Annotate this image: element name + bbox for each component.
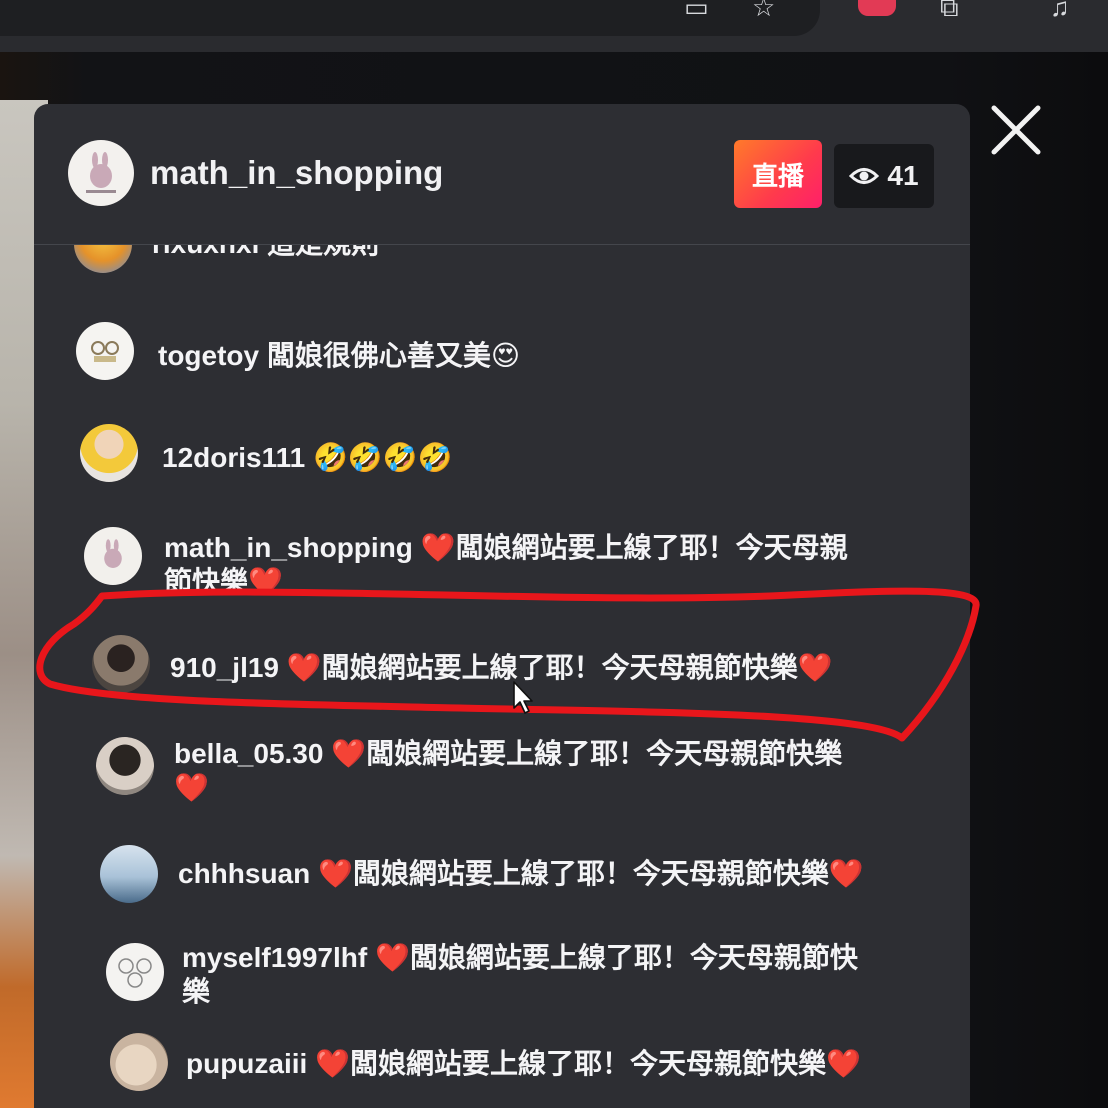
message-username[interactable]: togetoy (158, 340, 259, 371)
media-icon[interactable]: ♫ (1050, 0, 1070, 23)
message-username[interactable]: 910_jl19 (170, 652, 279, 683)
close-icon[interactable] (988, 102, 1044, 158)
message-username[interactable]: pupuzaiii (186, 1048, 307, 1079)
message-text: 910_jl19 ❤️闆娘網站要上線了耶！今天母親節快樂❤️ (170, 651, 833, 685)
channel-name[interactable]: math_in_shopping (150, 154, 443, 192)
extension-icon[interactable] (858, 0, 896, 16)
message-body-cont: 樂 (182, 976, 211, 1007)
sketch-logo-icon (118, 958, 152, 988)
monitor-icon[interactable]: ▭ (684, 0, 709, 23)
message-text: 12doris111 🤣🤣🤣🤣 (162, 441, 452, 475)
message-body: 闆娘網站要上線了耶！今天母親節快樂 (321, 652, 798, 683)
message-text: chhhsuan ❤️闆娘網站要上線了耶！今天母親節快樂❤️ (178, 857, 864, 891)
user-avatar[interactable] (96, 737, 154, 795)
message-text: rixuxhxi 這是規則 (152, 245, 379, 261)
user-avatar[interactable] (80, 424, 138, 482)
message-text: myself1997lhf ❤️闆娘網站要上線了耶！今天母親節快 樂 (182, 941, 922, 1009)
message-text: togetoy 闆娘很佛心善又美😍 (158, 339, 520, 373)
message-text: bella_05.30 ❤️闆娘網站要上線了耶！今天母親節快樂 ❤️ (174, 737, 914, 805)
message-body: 闆娘網站要上線了耶！今天母親 (455, 532, 848, 563)
bunny-logo-icon (86, 152, 116, 193)
heart-icon: ❤️ (797, 652, 833, 683)
message-body-cont: 節快樂 (164, 566, 249, 597)
heart-icon: ❤️ (248, 566, 283, 597)
toy-logo-icon (91, 341, 119, 362)
mouse-cursor-icon (513, 681, 533, 714)
star-icon[interactable]: ☆ (752, 0, 775, 23)
message-text: pupuzaiii ❤️闆娘網站要上線了耶！今天母親節快樂❤️ (186, 1047, 861, 1081)
user-avatar[interactable] (84, 527, 142, 585)
heart-icon: ❤️ (174, 772, 209, 803)
message-username[interactable]: bella_05.30 (174, 738, 323, 769)
viewer-count-badge[interactable]: 41 (834, 144, 934, 208)
bunny-logo-icon (104, 539, 122, 568)
user-avatar[interactable] (106, 943, 164, 1001)
user-avatar[interactable] (92, 635, 150, 693)
eye-icon (849, 168, 880, 184)
chat-list[interactable]: rixuxhxi 這是規則 togetoy 闆娘很佛心善又美😍 (34, 245, 970, 1108)
message-body: 闆娘很佛心善又美😍 (266, 340, 521, 371)
user-avatar[interactable] (76, 322, 134, 380)
message-username[interactable]: chhhsuan (178, 858, 310, 889)
heart-icon: ❤️ (828, 858, 864, 889)
viewer-count: 41 (887, 160, 919, 191)
heart-icon: ❤️ (826, 1048, 861, 1079)
live-chat-panel: math_in_shopping 直播 41 rixuxhxi 這是規則 (34, 104, 970, 1108)
heart-icon: ❤️ (315, 1048, 350, 1079)
puzzle-icon[interactable]: ⧉ (940, 0, 959, 24)
live-header: math_in_shopping 直播 41 (34, 104, 970, 244)
browser-toolbar: 46226422 ▭ ☆ ⧉ ♫ (0, 0, 1108, 52)
heart-icon: ❤️ (286, 652, 322, 683)
message-username[interactable]: rixuxhxi (152, 245, 259, 259)
heart-icon: ❤️ (318, 858, 353, 889)
user-avatar[interactable] (110, 1033, 168, 1091)
message-body: 闆娘網站要上線了耶！今天母親節快樂 (366, 738, 843, 769)
message-body: 闆娘網站要上線了耶！今天母親節快樂 (349, 1048, 826, 1079)
message-username[interactable]: 12doris111 (162, 442, 305, 473)
message-body: 闆娘網站要上線了耶！今天母親節快樂 (352, 858, 829, 889)
live-badge: 直播 (734, 140, 822, 208)
screen: 46226422 ▭ ☆ ⧉ ♫ math_in_shopping 直播 (0, 0, 1108, 1108)
message-body: 🤣🤣🤣🤣 (313, 442, 453, 473)
message-username[interactable]: myself1997lhf (182, 942, 367, 973)
user-avatar[interactable] (74, 245, 132, 273)
message-text: math_in_shopping ❤️闆娘網站要上線了耶！今天母親 節快樂❤️ (164, 531, 904, 599)
heart-icon: ❤️ (420, 532, 456, 563)
message-body: 闆娘網站要上線了耶！今天母親節快 (409, 942, 858, 973)
message-username[interactable]: math_in_shopping (164, 532, 413, 563)
user-avatar[interactable] (100, 845, 158, 903)
channel-avatar[interactable] (68, 140, 134, 206)
heart-icon: ❤️ (375, 942, 410, 973)
heart-icon: ❤️ (331, 738, 367, 769)
message-body: 這是規則 (267, 245, 379, 259)
